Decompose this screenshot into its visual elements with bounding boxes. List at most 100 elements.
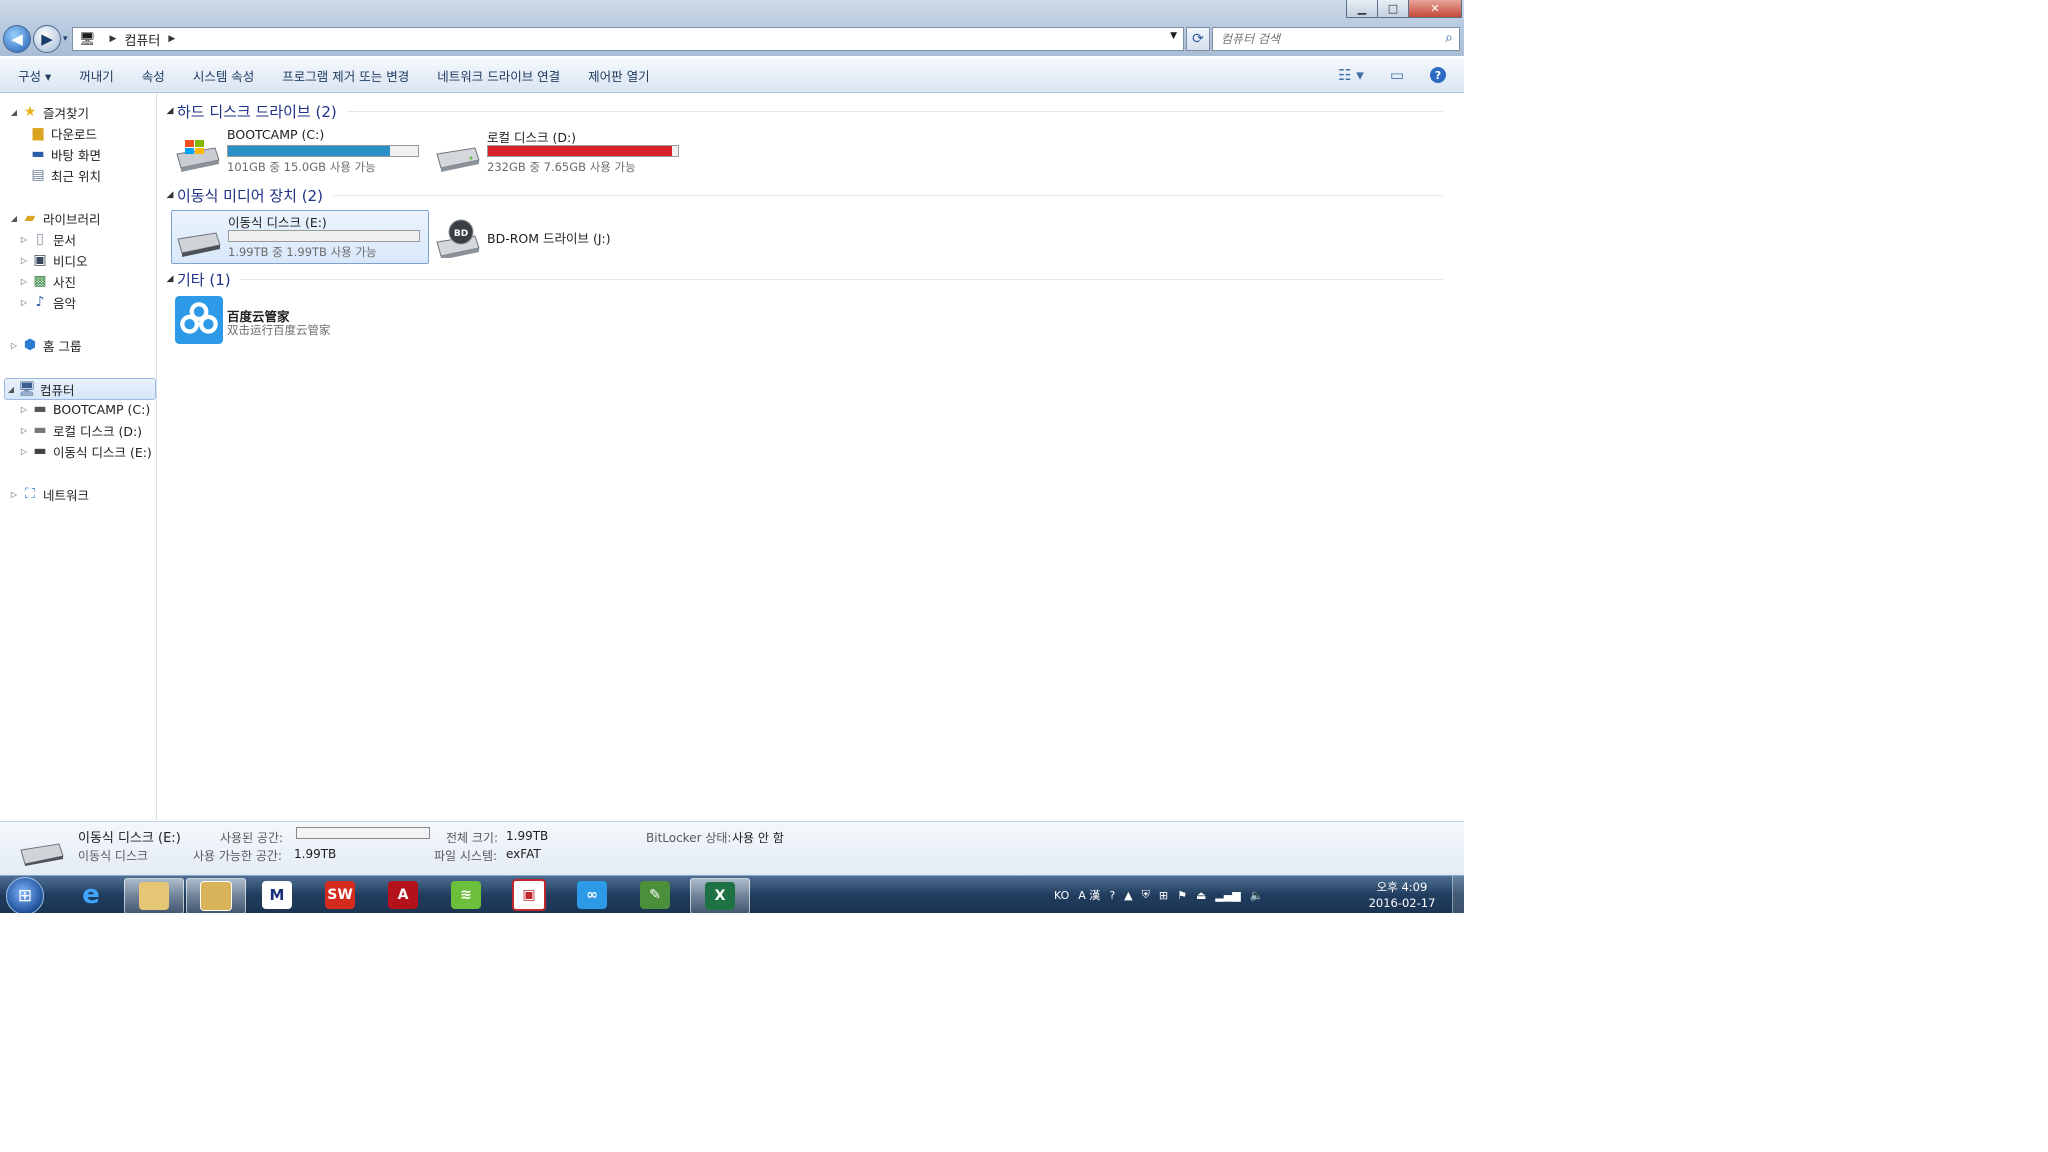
solidworks-icon: SW xyxy=(325,881,355,909)
nav-videos[interactable]: ▷ ▣ 비디오 xyxy=(18,250,88,270)
refresh-button[interactable]: ⟳ xyxy=(1186,27,1210,51)
nav-drive-c[interactable]: ▷ ▬ BOOTCAMP (C:) xyxy=(18,399,150,419)
uninstall-program-button[interactable]: 프로그램 제거 또는 변경 xyxy=(272,66,419,85)
search-icon[interactable]: ⌕ xyxy=(1445,30,1453,46)
collapsed-arrow-icon[interactable]: ▷ xyxy=(18,277,30,286)
map-network-drive-button[interactable]: 네트워크 드라이브 연결 xyxy=(427,66,570,85)
network-signal-icon[interactable]: ▂▄▆ xyxy=(1215,889,1240,902)
show-desktop-button[interactable] xyxy=(1452,876,1464,913)
nav-pictures[interactable]: ▷ ▩ 사진 xyxy=(18,271,76,291)
drive-c[interactable]: BOOTCAMP (C:) 101GB 중 15.0GB 사용 가능 xyxy=(171,126,427,178)
nav-homegroup[interactable]: ▷ ⬢ 홈 그룹 xyxy=(8,335,82,355)
safely-remove-icon[interactable]: ⏏ xyxy=(1196,889,1206,902)
group-hard-disks[interactable]: ◢ 하드 디스크 드라이브 (2) xyxy=(157,100,1457,122)
help-icon[interactable]: ? xyxy=(1430,67,1446,83)
group-collapse-icon[interactable]: ◢ xyxy=(163,274,177,284)
ime-icon[interactable]: A 漢 xyxy=(1078,887,1100,903)
group-other[interactable]: ◢ 기타 (1) xyxy=(157,268,1457,290)
nav-drive-d[interactable]: ▷ ▬ 로컬 디스크 (D:) xyxy=(18,420,142,440)
tray-expand-icon[interactable]: ▲ xyxy=(1124,889,1132,902)
clock[interactable]: 오후 4:09 2016-02-17 xyxy=(1362,879,1442,911)
breadcrumb-computer[interactable]: 컴퓨터 xyxy=(124,30,160,49)
ime-help-icon[interactable]: ? xyxy=(1109,889,1115,902)
collapsed-arrow-icon[interactable]: ▷ xyxy=(18,426,30,435)
expanded-arrow-icon[interactable]: ◢ xyxy=(5,385,17,394)
taskbar-app-excel[interactable]: X xyxy=(690,878,750,913)
expanded-arrow-icon[interactable]: ◢ xyxy=(8,108,20,117)
taskbar-app-baidu[interactable]: ∞ xyxy=(563,878,621,912)
group-collapse-icon[interactable]: ◢ xyxy=(163,190,177,200)
collapsed-arrow-icon[interactable]: ▷ xyxy=(18,405,30,414)
open-control-panel-button[interactable]: 제어판 열기 xyxy=(578,66,659,85)
group-removable[interactable]: ◢ 이동식 미디어 장치 (2) xyxy=(157,184,1457,206)
nav-documents[interactable]: ▷ ▯ 문서 xyxy=(18,229,76,249)
security-icon[interactable]: ⛨ xyxy=(1142,888,1150,902)
taskbar-app-evernote[interactable]: ✎ xyxy=(626,878,684,912)
nav-libraries[interactable]: ◢ ▰ 라이브러리 xyxy=(8,208,101,228)
internet-explorer-icon: e xyxy=(82,880,100,910)
music-icon: ♪ xyxy=(35,294,45,310)
taskbar-app-red[interactable]: ▣ xyxy=(500,878,558,912)
nav-drive-e[interactable]: ▷ ▬ 이동식 디스크 (E:) xyxy=(18,441,152,461)
properties-button[interactable]: 속성 xyxy=(132,66,175,85)
collapsed-arrow-icon[interactable]: ▷ xyxy=(8,341,20,350)
forward-arrow-icon: ▶ xyxy=(41,30,53,48)
breadcrumb-chevron-icon[interactable]: ▶ xyxy=(168,34,175,44)
nav-network[interactable]: ▷ ⛶ 네트워크 xyxy=(8,484,89,504)
back-button[interactable]: ◀ xyxy=(3,25,31,53)
downloads-folder-icon: ▆ xyxy=(32,125,44,141)
view-options-icon[interactable]: ☷ ▾ xyxy=(1338,66,1364,84)
nav-favorites[interactable]: ◢ ★ 즐겨찾기 xyxy=(8,102,89,122)
nav-recent[interactable]: ▤ 최근 위치 xyxy=(28,165,101,185)
drive-j[interactable]: BD BD-ROM 드라이브 (J:) xyxy=(431,210,687,262)
drive-e[interactable]: 이동식 디스크 (E:) 1.99TB 중 1.99TB 사용 가능 xyxy=(171,210,429,264)
volume-icon[interactable]: 🔈 xyxy=(1250,889,1264,902)
organize-button[interactable]: 구성 ▾ xyxy=(8,66,61,85)
window-controls: ▁ □ ✕ xyxy=(1346,0,1462,18)
windows-tray-icon[interactable]: ⊞ xyxy=(1159,889,1168,902)
excel-icon: X xyxy=(705,882,735,910)
drive-d[interactable]: 로컬 디스크 (D:) 232GB 중 7.65GB 사용 가능 xyxy=(431,126,687,178)
maximize-button[interactable]: □ xyxy=(1377,0,1409,18)
taskbar-app-explorer[interactable] xyxy=(124,878,184,913)
taskbar-app-ie[interactable]: e xyxy=(62,878,120,912)
collapsed-arrow-icon[interactable]: ▷ xyxy=(18,447,30,456)
system-properties-button[interactable]: 시스템 속성 xyxy=(183,66,264,85)
close-button[interactable]: ✕ xyxy=(1408,0,1462,18)
taskbar-app-acrobat[interactable]: A xyxy=(374,878,432,912)
baidu-cloud-item[interactable]: 百度云管家 双击运行百度云管家 xyxy=(171,294,427,346)
collapsed-arrow-icon[interactable]: ▷ xyxy=(8,490,20,499)
nav-music[interactable]: ▷ ♪ 음악 xyxy=(18,292,76,312)
taskbar-app-explorer-window[interactable] xyxy=(186,878,246,913)
homegroup-icon: ⬢ xyxy=(23,337,37,353)
pictures-icon: ▩ xyxy=(33,273,47,289)
nav-desktop[interactable]: ▬ 바탕 화면 xyxy=(28,144,101,164)
minimize-button[interactable]: ▁ xyxy=(1346,0,1378,18)
taskbar-app-solidworks[interactable]: SW xyxy=(311,878,369,912)
nav-computer[interactable]: ◢ 🖥 컴퓨터 xyxy=(4,378,156,400)
expanded-arrow-icon[interactable]: ◢ xyxy=(8,214,20,223)
star-icon: ★ xyxy=(23,104,37,120)
preview-pane-icon[interactable]: ▭ xyxy=(1390,66,1404,84)
explorer-folder-icon xyxy=(139,882,169,910)
taskbar-app-green[interactable]: ≋ xyxy=(437,878,495,912)
file-system-value: exFAT xyxy=(506,847,541,861)
forward-button[interactable]: ▶ xyxy=(33,25,61,53)
nav-downloads[interactable]: ▆ 다운로드 xyxy=(28,123,97,143)
collapsed-arrow-icon[interactable]: ▷ xyxy=(18,235,30,244)
search-input[interactable] xyxy=(1219,31,1433,47)
action-center-flag-icon[interactable]: ⚑ xyxy=(1177,889,1187,902)
start-button[interactable]: ⊞ xyxy=(6,877,44,913)
address-dropdown-icon[interactable]: ▼ xyxy=(1170,31,1177,41)
taskbar-app-yueming[interactable]: M xyxy=(248,878,306,912)
group-collapse-icon[interactable]: ◢ xyxy=(163,106,177,116)
breadcrumb-chevron-icon[interactable]: ▶ xyxy=(110,34,117,44)
recent-pages-dropdown-icon[interactable]: ▾ xyxy=(63,34,68,44)
collapsed-arrow-icon[interactable]: ▷ xyxy=(18,256,30,265)
language-indicator[interactable]: KO xyxy=(1054,889,1069,902)
collapsed-arrow-icon[interactable]: ▷ xyxy=(18,298,30,307)
search-box[interactable]: ⌕ xyxy=(1212,27,1460,51)
address-bar[interactable]: 🖥 ▶ 컴퓨터 ▶ ▼ xyxy=(72,27,1184,51)
network-icon: ⛶ xyxy=(25,486,35,502)
eject-button[interactable]: 꺼내기 xyxy=(69,66,124,85)
